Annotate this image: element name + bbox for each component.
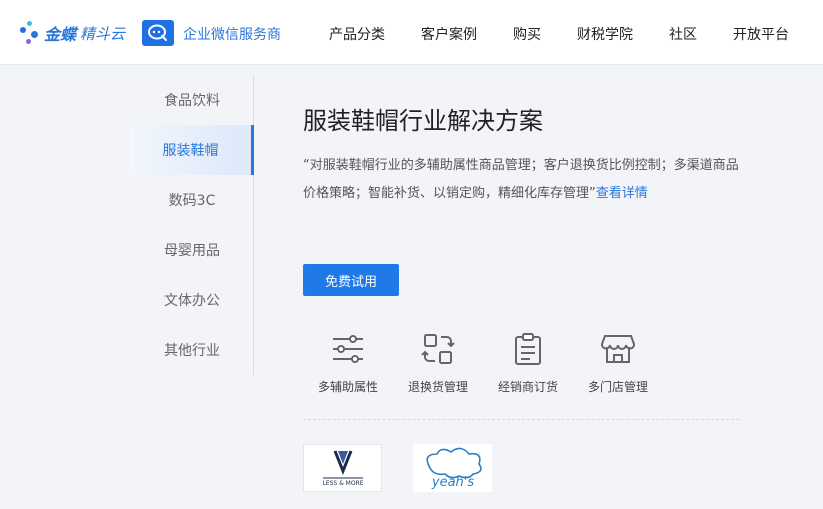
nav-item-academy[interactable]: 财税学院 [577, 24, 633, 44]
description-text: “对服装鞋帽行业的多辅助属性商品管理；客户退换货比例控制；多渠道商品价格策略；智… [303, 158, 739, 201]
svg-text:LESS & MORE: LESS & MORE [322, 480, 363, 487]
sidebar-item-digital[interactable]: 数码3C [130, 175, 254, 225]
free-trial-button[interactable]: 免费试用 [303, 264, 399, 296]
nav-item-cases[interactable]: 客户案例 [421, 24, 477, 44]
store-icon [601, 335, 635, 363]
view-details-link[interactable]: 查看详情 [596, 186, 648, 201]
content-divider [303, 419, 739, 420]
nav-item-community[interactable]: 社区 [669, 24, 697, 44]
svg-text:yeah's: yeah's [430, 475, 473, 490]
sidebar-item-baby[interactable]: 母婴用品 [130, 225, 254, 275]
feature-multi-attribute[interactable]: 多辅助属性 [303, 332, 393, 395]
clipboard-icon [515, 333, 541, 365]
exchange-icon [421, 334, 455, 364]
industry-sidebar: 食品饮料 服装鞋帽 数码3C 母婴用品 文体办公 其他行业 [130, 75, 254, 375]
feature-dealer-orders[interactable]: 经销商订货 [483, 332, 573, 395]
nav-item-open-platform[interactable]: 开放平台 [733, 24, 789, 44]
less-more-logo: LESS & MORE [322, 450, 363, 487]
feature-label: 经销商订货 [497, 380, 558, 394]
page-title: 服装鞋帽行业解决方案 [303, 107, 543, 135]
sliders-icon [333, 335, 363, 363]
nav-item-buy[interactable]: 购买 [513, 24, 541, 44]
feature-multi-store[interactable]: 多门店管理 [573, 332, 663, 395]
top-header: 金蝶 精斗云 企业微信服务商 产品分类 客户案例 购买 财税学院 社区 开放平台 [0, 0, 823, 65]
nav-item-products[interactable]: 产品分类 [329, 24, 385, 44]
sidebar-item-stationery[interactable]: 文体办公 [130, 275, 254, 325]
feature-label: 退换货管理 [407, 380, 468, 394]
main-nav: 产品分类 客户案例 购买 财税学院 社区 开放平台 [0, 24, 823, 44]
feature-label: 多门店管理 [587, 380, 648, 394]
feature-returns[interactable]: 退换货管理 [393, 332, 483, 395]
yeahs-logo: yeah's [425, 447, 482, 490]
feature-label: 多辅助属性 [317, 380, 378, 394]
sidebar-item-food[interactable]: 食品饮料 [130, 75, 254, 125]
sidebar-item-other[interactable]: 其他行业 [130, 325, 254, 375]
sidebar-item-apparel[interactable]: 服装鞋帽 [130, 125, 254, 175]
solution-description: “对服装鞋帽行业的多辅助属性商品管理；客户退换货比例控制；多渠道商品价格策略；智… [303, 152, 743, 208]
brand-card-less-more[interactable]: LESS & MORE [303, 444, 382, 492]
brand-card-yeahs[interactable]: yeah's [413, 444, 492, 492]
